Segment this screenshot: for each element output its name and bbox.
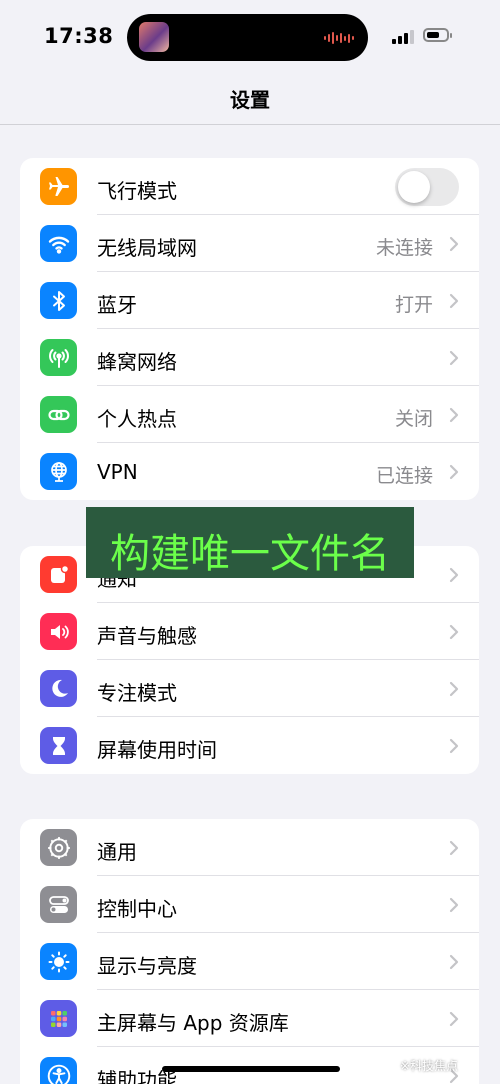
row-label: 专注模式 — [97, 681, 177, 705]
row-label: 蓝牙 — [97, 293, 137, 317]
sun-icon — [40, 943, 77, 980]
notification-bell-icon — [40, 556, 77, 593]
row-label: 飞行模式 — [97, 179, 177, 203]
gear-icon — [40, 829, 77, 866]
dynamic-island[interactable] — [127, 14, 368, 61]
settings-row-personal-hotspot[interactable]: 个人热点 关闭 — [20, 386, 479, 443]
chevron-right-icon — [449, 1011, 459, 1027]
home-indicator[interactable] — [162, 1066, 340, 1072]
hourglass-icon — [40, 727, 77, 764]
row-label: 主屏幕与 App 资源库 — [97, 1011, 289, 1035]
airplane-mode-toggle[interactable] — [395, 168, 459, 206]
settings-group-notifications: 通知 声音与触感 专注模式 屏幕使用时间 — [20, 546, 479, 774]
bluetooth-icon — [40, 282, 77, 319]
settings-row-cellular[interactable]: 蜂窝网络 — [20, 329, 479, 386]
settings-row-home-screen-app-library[interactable]: 主屏幕与 App 资源库 — [20, 990, 479, 1047]
row-value: 关闭 — [394, 408, 433, 430]
row-value: 打开 — [394, 294, 433, 316]
caption-text: 构建唯一文件名 — [110, 531, 390, 577]
row-label: 控制中心 — [97, 897, 177, 921]
row-value: 未连接 — [375, 237, 433, 259]
airplane-icon — [40, 168, 77, 205]
settings-row-sounds-haptics[interactable]: 声音与触感 — [20, 603, 479, 660]
settings-row-screen-time[interactable]: 屏幕使用时间 — [20, 717, 479, 774]
chevron-right-icon — [449, 840, 459, 856]
row-value: 已连接 — [375, 465, 433, 487]
vpn-globe-icon — [40, 453, 77, 490]
settings-row-focus[interactable]: 专注模式 — [20, 660, 479, 717]
status-time: 17:38 — [44, 24, 114, 48]
navigation-bar: 设置 — [0, 72, 500, 125]
audio-waveform-icon — [324, 31, 354, 45]
settings-row-wifi[interactable]: 无线局域网 未连接 — [20, 215, 479, 272]
settings-group-connectivity: 飞行模式 无线局域网 未连接 蓝牙 打开 蜂窝网络 个人热点 关闭 VPN 已连… — [20, 158, 479, 500]
row-label: 屏幕使用时间 — [97, 738, 217, 762]
row-label: 蜂窝网络 — [97, 350, 177, 374]
settings-row-bluetooth[interactable]: 蓝牙 打开 — [20, 272, 479, 329]
switches-icon — [40, 886, 77, 923]
settings-row-airplane-mode[interactable]: 飞行模式 — [20, 158, 479, 215]
moon-icon — [40, 670, 77, 707]
accessibility-icon — [40, 1057, 77, 1084]
chevron-right-icon — [449, 236, 459, 252]
toggle-knob — [398, 171, 430, 203]
chevron-right-icon — [449, 293, 459, 309]
caption-overlay: 构建唯一文件名 — [86, 507, 414, 578]
chevron-right-icon — [449, 738, 459, 754]
hotspot-link-icon — [40, 396, 77, 433]
speaker-icon — [40, 613, 77, 650]
chevron-right-icon — [449, 567, 459, 583]
page-title: 设置 — [230, 88, 270, 112]
chevron-right-icon — [449, 954, 459, 970]
row-label: VPN — [97, 460, 138, 484]
settings-row-control-center[interactable]: 控制中心 — [20, 876, 479, 933]
chevron-right-icon — [449, 464, 459, 480]
row-label: 显示与亮度 — [97, 954, 197, 978]
settings-row-vpn[interactable]: VPN 已连接 — [20, 443, 479, 500]
row-label: 通用 — [97, 840, 137, 864]
row-label: 无线局域网 — [97, 236, 197, 260]
chevron-right-icon — [449, 624, 459, 640]
watermark: ※科技焦点 — [400, 1059, 459, 1073]
battery-icon — [423, 28, 452, 42]
row-label: 声音与触感 — [97, 624, 197, 648]
wifi-icon — [40, 225, 77, 262]
settings-row-display-brightness[interactable]: 显示与亮度 — [20, 933, 479, 990]
status-bar: 17:38 — [0, 0, 500, 72]
now-playing-artwork — [139, 22, 169, 52]
chevron-right-icon — [449, 407, 459, 423]
app-grid-icon — [40, 1000, 77, 1037]
settings-group-general: 通用 控制中心 显示与亮度 主屏幕与 App 资源库 辅助功能 — [20, 819, 479, 1084]
chevron-right-icon — [449, 681, 459, 697]
row-label: 个人热点 — [97, 407, 177, 431]
settings-row-general[interactable]: 通用 — [20, 819, 479, 876]
cellular-antenna-icon — [40, 339, 77, 376]
chevron-right-icon — [449, 897, 459, 913]
cellular-signal-icon — [392, 28, 416, 44]
chevron-right-icon — [449, 350, 459, 366]
